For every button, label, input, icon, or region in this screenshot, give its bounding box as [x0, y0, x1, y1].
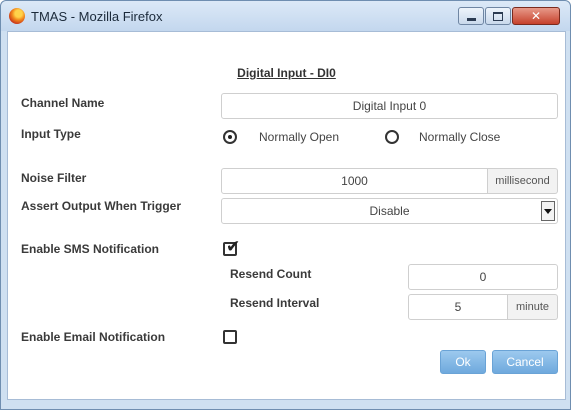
noise-filter-unit: millisecond — [488, 168, 558, 194]
resend-count-input[interactable]: 0 — [408, 264, 558, 290]
resend-interval-input[interactable]: 5 — [408, 294, 508, 320]
close-icon: ✕ — [530, 9, 542, 23]
title-bar[interactable]: TMAS - Mozilla Firefox ✕ — [1, 1, 570, 31]
enable-email-checkbox[interactable] — [223, 330, 237, 344]
radio-normally-close[interactable] — [385, 130, 399, 144]
resend-interval-label: Resend Interval — [230, 296, 320, 310]
channel-name-label: Channel Name — [21, 96, 105, 110]
assert-output-value: Disable — [369, 204, 410, 218]
minimize-button[interactable] — [458, 7, 484, 25]
resend-interval-unit: minute — [508, 294, 558, 320]
maximize-icon — [493, 11, 503, 21]
ok-button[interactable]: Ok — [440, 350, 486, 374]
cancel-button[interactable]: Cancel — [492, 350, 558, 374]
close-button[interactable]: ✕ — [512, 7, 560, 25]
input-type-label: Input Type — [21, 127, 81, 141]
noise-filter-label: Noise Filter — [21, 171, 87, 185]
select-dropdown-button[interactable] — [541, 201, 555, 221]
assert-output-select[interactable]: Disable — [221, 198, 558, 224]
dialog-content: Digital Input - DI0 Channel Name Digital… — [7, 31, 566, 400]
radio-normally-close-label: Normally Close — [419, 130, 501, 144]
enable-sms-label: Enable SMS Notification — [21, 242, 160, 256]
noise-filter-input[interactable]: 1000 — [221, 168, 488, 194]
minimize-icon — [466, 17, 476, 21]
checkmark-icon: ✔ — [226, 237, 241, 256]
page-title: Digital Input - DI0 — [237, 66, 336, 80]
radio-normally-open[interactable] — [223, 130, 237, 144]
enable-email-label: Enable Email Notification — [21, 330, 166, 344]
firefox-icon — [9, 8, 25, 24]
channel-name-input[interactable]: Digital Input 0 — [221, 93, 558, 119]
enable-sms-checkbox[interactable]: ✔ — [223, 238, 240, 256]
maximize-button[interactable] — [485, 7, 511, 25]
resend-count-label: Resend Count — [230, 267, 312, 281]
window-title: TMAS - Mozilla Firefox — [31, 9, 163, 24]
radio-normally-open-label: Normally Open — [259, 130, 340, 144]
assert-output-label: Assert Output When Trigger — [21, 199, 182, 213]
radio-selected-dot — [228, 135, 232, 139]
browser-window: TMAS - Mozilla Firefox ✕ Digital Input -… — [0, 0, 571, 410]
chevron-down-icon — [544, 208, 552, 214]
